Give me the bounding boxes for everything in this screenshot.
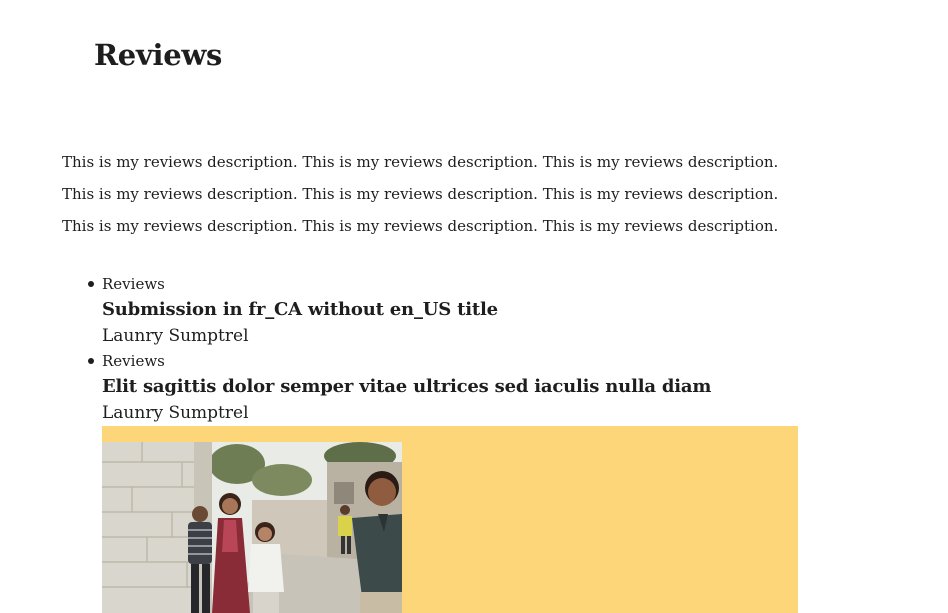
review-title-link[interactable]: Elit sagittis dolor semper vitae ultrice… [102, 373, 802, 401]
review-category-link[interactable]: Reviews [102, 349, 802, 373]
review-cover-block [102, 426, 798, 613]
page-title: Reviews [94, 38, 223, 72]
review-category-link[interactable]: Reviews [102, 272, 802, 296]
list-item: Reviews Elit sagittis dolor semper vitae… [88, 349, 802, 426]
page-description: This is my reviews description. This is … [62, 153, 779, 235]
review-author: Launry Sumptrel [102, 326, 249, 346]
list-item: Reviews Submission in fr_CA without en_U… [88, 272, 802, 349]
review-title-link[interactable]: Submission in fr_CA without en_US title [102, 296, 802, 324]
review-author: Launry Sumptrel [102, 403, 249, 423]
review-list: Reviews Submission in fr_CA without en_U… [88, 272, 802, 426]
children-photo-icon [102, 442, 402, 613]
reviews-page: Reviews This is my reviews description. … [0, 0, 948, 613]
bullet-icon [88, 358, 94, 364]
review-cover-image[interactable] [102, 442, 402, 613]
bullet-icon [88, 281, 94, 287]
